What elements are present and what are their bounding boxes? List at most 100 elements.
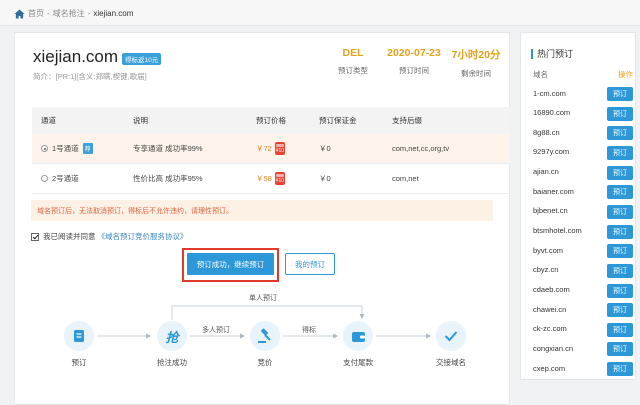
stat-remaining-value: 7小时20分 bbox=[451, 49, 501, 61]
book-button[interactable]: 预订 bbox=[607, 322, 633, 337]
sidebar-domain[interactable]: baianer.com bbox=[533, 187, 574, 196]
list-item: chawei.cn 预订 bbox=[533, 301, 633, 318]
sidebar-domain[interactable]: cdaeb.com bbox=[533, 285, 570, 294]
recommend-badge: 荐 bbox=[82, 143, 93, 154]
domain-intro: 简介：[PR:1][含义:郑瞒,楔键,歌届] bbox=[33, 72, 147, 81]
sidebar-domain[interactable]: 16890.com bbox=[533, 108, 570, 117]
channel-table: 通道 说明 预订价格 预订保证金 支持后缀 1号通道 荐 专享通道 成功率99%… bbox=[32, 107, 510, 194]
stat-time-value: 2020-07-23 bbox=[387, 47, 441, 59]
book-button[interactable]: 预订 bbox=[607, 87, 633, 101]
table-row[interactable]: 2号通道 性价比高 成功率95% ￥58 ¥10 ￥0 com,net bbox=[32, 164, 510, 194]
breadcrumb-section[interactable]: 域名抢注 bbox=[53, 8, 85, 19]
stat-time-label: 预订时间 bbox=[399, 66, 429, 75]
sidebar-domain[interactable]: byvt.com bbox=[533, 246, 563, 255]
breadcrumb-current: xiejian.com bbox=[93, 9, 134, 18]
header-channel: 通道 bbox=[41, 116, 56, 125]
table-row[interactable]: 1号通道 荐 专享通道 成功率99% ￥72 ¥10 ￥0 com,net,cc… bbox=[32, 134, 510, 164]
price-value: ￥72 bbox=[256, 144, 272, 153]
header-price: 预订价格 bbox=[256, 116, 286, 125]
book-button[interactable]: 预订 bbox=[607, 244, 633, 259]
breadcrumb-separator: - bbox=[87, 9, 91, 18]
sidebar-title-text: 热门预订 bbox=[537, 49, 574, 59]
book-button[interactable]: 预订 bbox=[607, 204, 633, 219]
sidebar-domain[interactable]: btsmhotel.com bbox=[533, 226, 582, 235]
header-deposit: 预订保证金 bbox=[319, 116, 357, 125]
book-button[interactable]: 预订 bbox=[607, 106, 633, 121]
list-item: 9297y.com 预订 bbox=[533, 144, 633, 160]
book-button[interactable]: 预订 bbox=[607, 303, 633, 318]
sidebar-domain[interactable]: cxep.com bbox=[533, 364, 565, 373]
sidebar-domain[interactable]: 8g88.cn bbox=[533, 128, 560, 137]
my-bookings-button[interactable]: 我的预订 bbox=[285, 253, 335, 275]
price-cell: ￥58 ¥10 bbox=[256, 164, 285, 193]
top-bar: 首页 - 域名抢注 - xiejian.com bbox=[0, 0, 640, 26]
book-button[interactable]: 预订 bbox=[607, 126, 633, 141]
list-item: bjbenet.cn 预订 bbox=[533, 203, 633, 219]
home-icon[interactable] bbox=[14, 8, 25, 19]
list-item: ck-zc.com 预订 bbox=[533, 321, 633, 337]
stat-type: DEL 预订类型 bbox=[333, 47, 373, 76]
table-header: 通道 说明 预订价格 预订保证金 支持后缀 bbox=[32, 107, 510, 134]
sidebar-domain[interactable]: cbyz.cn bbox=[533, 265, 558, 274]
hot-bookings-panel: 热门预订 域名 操作 1-cm.com 预订 16890.com 预订 8g88.cn 预… bbox=[520, 32, 636, 380]
book-button[interactable]: 预订 bbox=[607, 185, 633, 200]
list-item: cdaeb.com 预订 bbox=[533, 282, 633, 298]
sidebar-domain[interactable]: ck-zc.com bbox=[533, 324, 567, 333]
book-button[interactable]: 预订 bbox=[607, 165, 633, 180]
channel-radio[interactable] bbox=[41, 175, 48, 182]
breadcrumb-separator: - bbox=[47, 9, 50, 18]
sidebar-domain[interactable]: chawei.cn bbox=[533, 305, 566, 314]
sidebar-domain[interactable]: ajian.cn bbox=[533, 167, 559, 176]
header-suffix: 支持后缀 bbox=[392, 116, 422, 125]
stat-type-value: DEL bbox=[342, 47, 364, 59]
book-button[interactable]: 预订 bbox=[607, 145, 633, 160]
stat-remaining: 7小时20分 剩余时间 bbox=[449, 47, 503, 79]
channel-cell[interactable]: 2号通道 bbox=[41, 164, 79, 193]
channel-cell[interactable]: 1号通道 荐 bbox=[41, 134, 93, 163]
warning-notice: 域名预订后，无法取消预订，得标后不允许违约，请理性预订。 bbox=[31, 200, 493, 221]
sidebar-header: 域名 操作 bbox=[533, 69, 633, 80]
list-item: 1-cm.com 预订 bbox=[533, 85, 633, 101]
list-item: 8g88.cn 预订 bbox=[533, 124, 633, 141]
channel-label: 1号通道 bbox=[52, 144, 79, 153]
sidebar-col-op: 操作 bbox=[618, 70, 633, 79]
list-item: cxep.com 预订 bbox=[533, 360, 633, 377]
deposit-cell: ￥0 bbox=[319, 144, 331, 153]
agreement-link[interactable]: 《域名预订竞价服务协议》 bbox=[98, 231, 188, 242]
list-item: ajian.cn 预订 bbox=[533, 164, 633, 180]
sidebar-domain[interactable]: congxian.cn bbox=[533, 344, 573, 353]
book-button[interactable]: 预订 bbox=[607, 342, 633, 357]
domain-name: xiejian.com bbox=[33, 47, 119, 66]
sidebar-col-domain: 域名 bbox=[533, 70, 548, 79]
book-button[interactable]: 预订 bbox=[607, 224, 633, 239]
list-item: cbyz.cn 预订 bbox=[533, 262, 633, 278]
sidebar-title: 热门预订 bbox=[531, 47, 573, 60]
agreement-row: 我已阅读并同意 《域名预订竞价服务协议》 bbox=[31, 231, 188, 242]
channel-label: 2号通道 bbox=[52, 174, 79, 183]
desc-cell: 性价比高 成功率95% bbox=[133, 174, 203, 183]
rebate-badge: 得标返10元 bbox=[122, 53, 162, 65]
breadcrumb-home[interactable]: 首页 bbox=[28, 8, 44, 19]
suffix-cell: com,net bbox=[392, 174, 419, 183]
stat-type-label: 预订类型 bbox=[338, 66, 368, 75]
book-button[interactable]: 预订 bbox=[607, 263, 633, 278]
list-item: baianer.com 预订 bbox=[533, 183, 633, 200]
breadcrumb: 首页 - 域名抢注 - xiejian.com bbox=[14, 8, 133, 19]
continue-booking-button[interactable]: 预订成功，继续预订 bbox=[187, 253, 274, 275]
book-button[interactable]: 预订 bbox=[607, 362, 633, 377]
sidebar-domain[interactable]: 1-cm.com bbox=[533, 89, 566, 98]
sidebar-domain[interactable]: bjbenet.cn bbox=[533, 206, 568, 215]
title-accent-bar bbox=[531, 48, 533, 59]
sidebar-domain[interactable]: 9297y.com bbox=[533, 147, 569, 156]
coupon-icon: ¥10 bbox=[274, 142, 285, 155]
suffix-cell: com,net,cc,org,tv bbox=[392, 144, 450, 153]
coupon-icon: ¥10 bbox=[274, 172, 285, 185]
stat-time: 2020-07-23 预订时间 bbox=[383, 47, 445, 76]
book-button[interactable]: 预订 bbox=[607, 283, 633, 298]
stat-remaining-label: 剩余时间 bbox=[461, 69, 491, 78]
list-item: congxian.cn 预订 bbox=[533, 340, 633, 357]
domain-title-row: xiejian.com 得标返10元 bbox=[33, 47, 162, 67]
channel-radio[interactable] bbox=[41, 145, 48, 152]
agree-checkbox[interactable] bbox=[31, 232, 39, 241]
list-item: btsmhotel.com 预订 bbox=[533, 223, 633, 239]
